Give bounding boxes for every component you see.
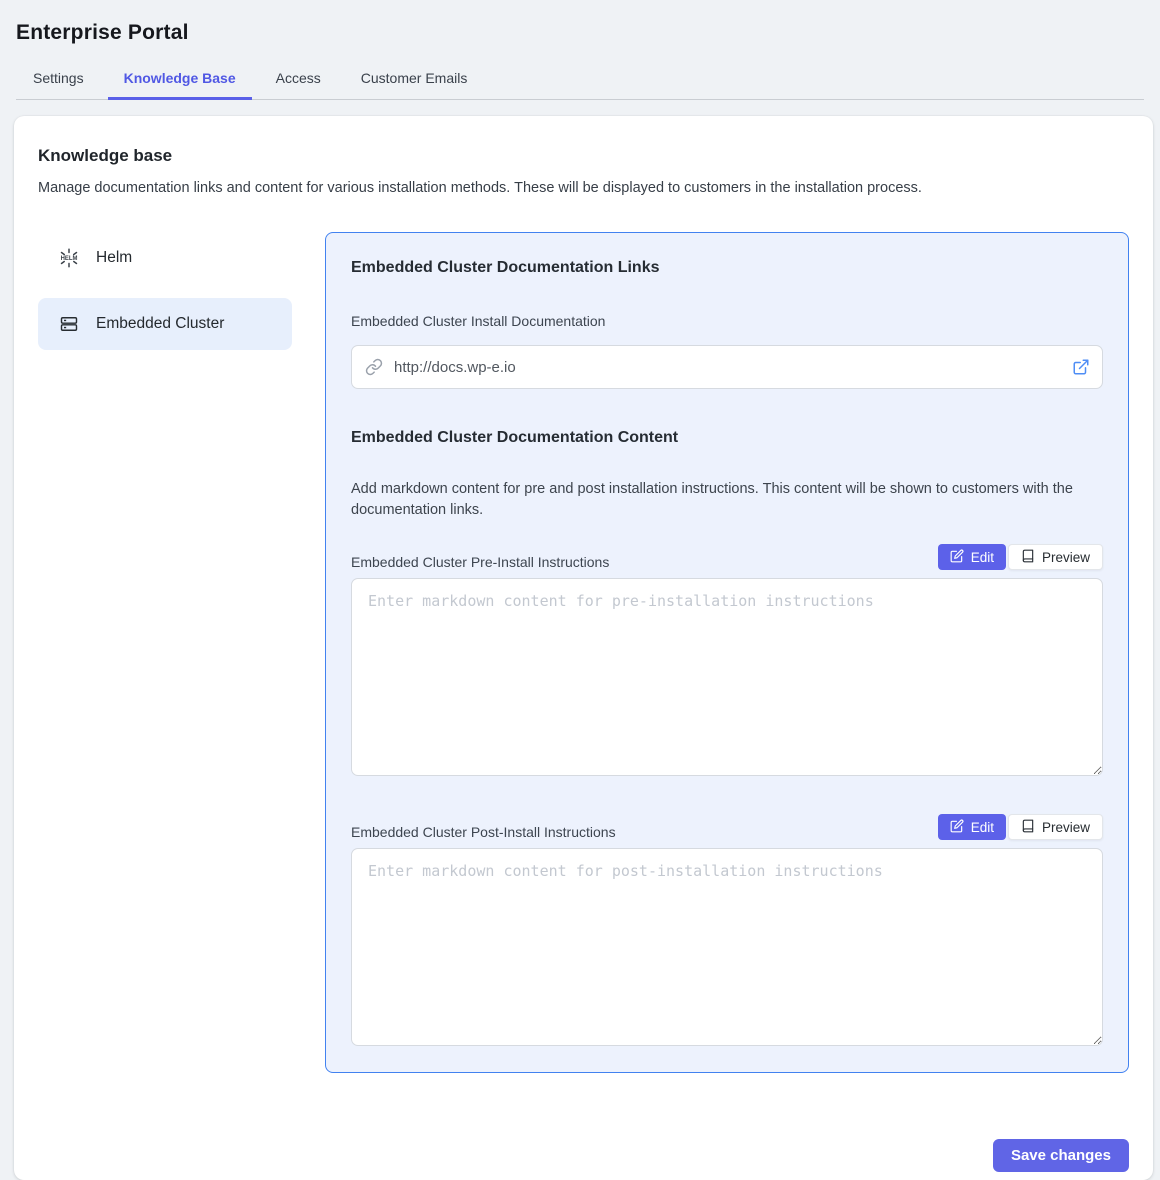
post-install-mode-toggle: Edit Preview xyxy=(938,814,1103,840)
pre-install-markdown-textarea[interactable] xyxy=(351,578,1103,776)
pre-install-label: Embedded Cluster Pre-Install Instruction… xyxy=(351,554,609,570)
page-title: Enterprise Portal xyxy=(16,20,1144,46)
knowledge-base-card: Knowledge base Manage documentation link… xyxy=(14,116,1153,1180)
svg-text:HELM: HELM xyxy=(61,256,78,262)
tab-access[interactable]: Access xyxy=(260,60,337,99)
install-doc-url-input[interactable] xyxy=(351,345,1103,389)
embedded-cluster-panel: Embedded Cluster Documentation Links Emb… xyxy=(325,232,1129,1073)
save-changes-button[interactable]: Save changes xyxy=(993,1139,1129,1172)
link-icon xyxy=(365,358,383,381)
helm-wheel-icon: HELM xyxy=(58,247,80,269)
pre-install-header: Embedded Cluster Pre-Install Instruction… xyxy=(351,544,1103,570)
pre-install-preview-button[interactable]: Preview xyxy=(1008,544,1103,570)
content-description: Add markdown content for pre and post in… xyxy=(351,479,1103,520)
book-icon xyxy=(1021,819,1035,836)
tab-settings[interactable]: Settings xyxy=(17,60,100,99)
pre-install-edit-button[interactable]: Edit xyxy=(938,544,1006,570)
post-install-label: Embedded Cluster Post-Install Instructio… xyxy=(351,824,616,840)
nav-item-helm[interactable]: HELM Helm xyxy=(38,232,292,284)
section-title: Knowledge base xyxy=(38,146,1129,166)
edit-button-label: Edit xyxy=(971,820,994,835)
install-doc-field xyxy=(351,345,1103,389)
card-footer: Save changes xyxy=(38,1139,1129,1172)
preview-button-label: Preview xyxy=(1042,550,1090,565)
edit-button-label: Edit xyxy=(971,550,994,565)
post-install-header: Embedded Cluster Post-Install Instructio… xyxy=(351,814,1103,840)
post-install-edit-button[interactable]: Edit xyxy=(938,814,1006,840)
links-heading: Embedded Cluster Documentation Links xyxy=(351,259,1103,277)
content-row: HELM Helm Embedded Cluster Embedde xyxy=(38,232,1129,1073)
nav-item-label: Helm xyxy=(96,249,132,267)
tab-bar: Settings Knowledge Base Access Customer … xyxy=(16,60,1144,100)
install-doc-label: Embedded Cluster Install Documentation xyxy=(351,313,1103,329)
tab-customer-emails[interactable]: Customer Emails xyxy=(345,60,484,99)
book-icon xyxy=(1021,549,1035,566)
tab-knowledge-base[interactable]: Knowledge Base xyxy=(108,60,252,99)
nav-item-embedded-cluster[interactable]: Embedded Cluster xyxy=(38,298,292,350)
preview-button-label: Preview xyxy=(1042,820,1090,835)
pre-install-mode-toggle: Edit Preview xyxy=(938,544,1103,570)
pencil-square-icon xyxy=(950,549,964,566)
post-install-preview-button[interactable]: Preview xyxy=(1008,814,1103,840)
external-link-icon[interactable] xyxy=(1072,358,1090,381)
pencil-square-icon xyxy=(950,819,964,836)
server-stack-icon xyxy=(58,313,80,335)
section-description: Manage documentation links and content f… xyxy=(38,180,1129,196)
install-method-nav: HELM Helm Embedded Cluster xyxy=(38,232,292,364)
content-heading: Embedded Cluster Documentation Content xyxy=(351,429,1103,447)
nav-item-label: Embedded Cluster xyxy=(96,315,224,333)
post-install-markdown-textarea[interactable] xyxy=(351,848,1103,1046)
app-header: Enterprise Portal Settings Knowledge Bas… xyxy=(0,0,1160,100)
